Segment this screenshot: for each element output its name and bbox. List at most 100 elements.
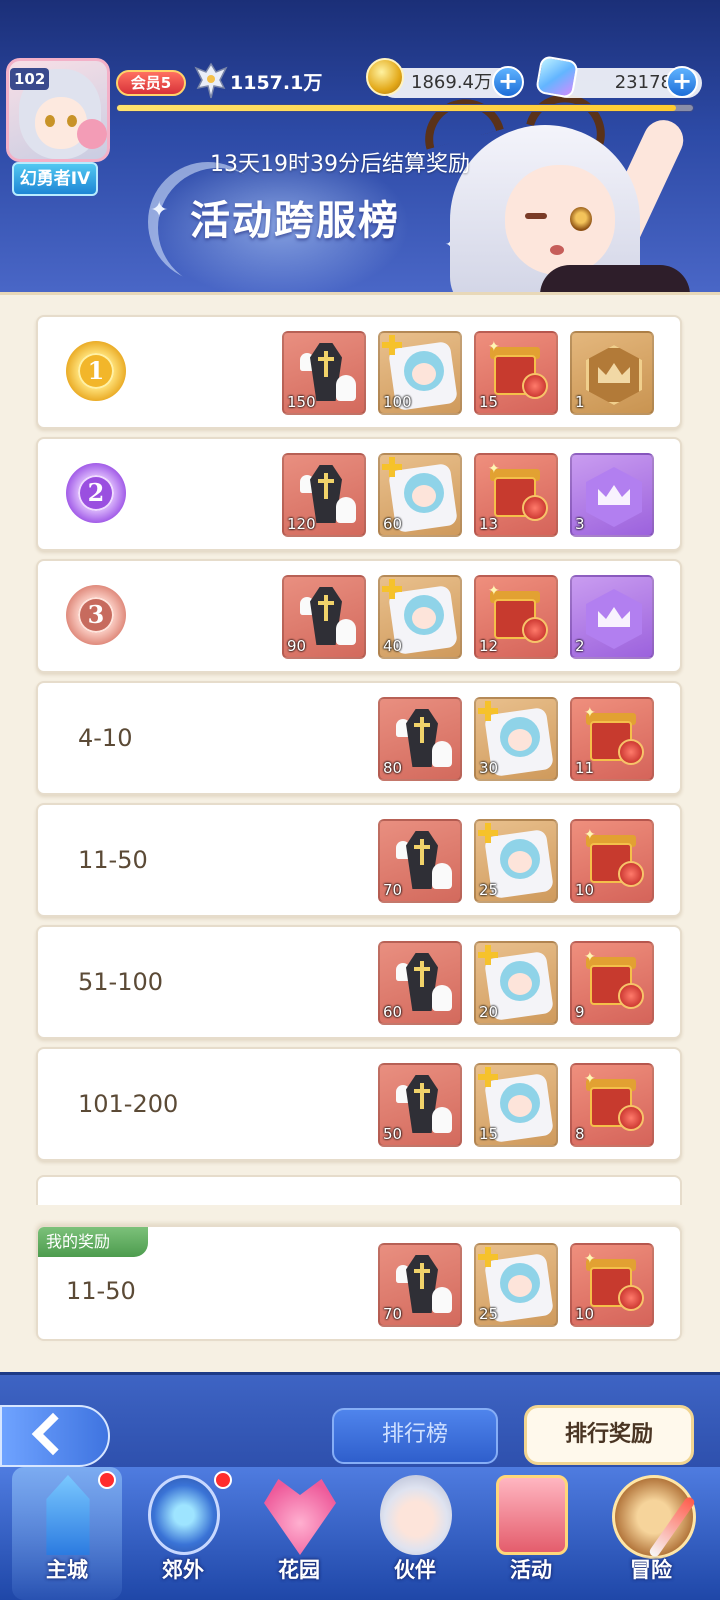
my-rank-label: 11-50 — [66, 1277, 136, 1305]
notification-dot — [98, 1471, 116, 1489]
reward-item-pillow[interactable]: 60 — [378, 453, 462, 537]
reward-quantity: 2 — [575, 637, 585, 655]
nav-item-garden[interactable]: 花园 — [244, 1467, 354, 1600]
reward-item-gift[interactable]: ✦ 8 — [570, 1063, 654, 1147]
reward-quantity: 90 — [287, 637, 307, 655]
rank-reward-row: 101-200 50 15 ✦ 8 — [36, 1047, 682, 1161]
reward-item-coffin[interactable]: 120 — [282, 453, 366, 537]
reward-item-coffin[interactable]: 150 — [282, 331, 366, 415]
rank-medal-icon: 1 — [66, 341, 126, 401]
reward-item-gift[interactable]: ✦ 10 — [570, 819, 654, 903]
sparkle-icon: ✦ — [150, 198, 169, 223]
reward-item-gift[interactable]: ✦ 12 — [474, 575, 558, 659]
reward-quantity: 25 — [479, 1305, 499, 1323]
reward-item-crest-purple[interactable]: 3 — [570, 453, 654, 537]
castle-icon — [46, 1475, 90, 1555]
rank-reward-list[interactable]: 1 150 100 ✦ 15 1 2 120 60 ✦ 13 3 3 90 40 ✦ 12 2 4-10 80 30 ✦ 1… — [0, 295, 720, 1205]
add-gold-button[interactable]: + — [492, 66, 524, 98]
reward-quantity: 8 — [575, 1125, 585, 1143]
notification-dot — [214, 1471, 232, 1489]
nav-label: 郊外 — [162, 1558, 204, 1582]
nav-label: 花园 — [278, 1558, 320, 1582]
reward-quantity: 120 — [287, 515, 316, 533]
add-gems-button[interactable]: + — [666, 66, 698, 98]
rank-range-label: 11-50 — [78, 846, 148, 874]
rank-range-label: 4-10 — [78, 724, 133, 752]
nav-label: 活动 — [510, 1558, 552, 1582]
gold-coin-icon — [366, 58, 404, 96]
rank-reward-row-partial — [36, 1175, 682, 1205]
reward-item-pillow[interactable]: 15 — [474, 1063, 558, 1147]
reward-quantity: 100 — [383, 393, 412, 411]
reward-quantity: 15 — [479, 1125, 499, 1143]
nav-item-main-city[interactable]: 主城 — [12, 1467, 122, 1600]
reward-item-crest-purple[interactable]: 2 — [570, 575, 654, 659]
reward-item-coffin[interactable]: 70 — [378, 819, 462, 903]
reward-item-gift[interactable]: ✦ 13 — [474, 453, 558, 537]
compass-icon — [612, 1475, 697, 1559]
nav-item-suburb[interactable]: 郊外 — [128, 1467, 238, 1600]
gold-amount: 1869.4万 — [411, 72, 492, 93]
settlement-countdown: 13天19时39分后结算奖励 — [210, 152, 470, 177]
experience-bar — [116, 104, 694, 112]
heart-icon — [264, 1479, 336, 1555]
nav-item-adventure[interactable]: 冒险 — [596, 1467, 706, 1600]
rank-reward-row: 3 90 40 ✦ 12 2 — [36, 559, 682, 673]
vip-badge[interactable]: 会员5 — [116, 70, 186, 96]
reward-quantity: 12 — [479, 637, 499, 655]
reward-item-crest-gold[interactable]: 1 — [570, 331, 654, 415]
reward-quantity: 50 — [383, 1125, 403, 1143]
reward-quantity: 60 — [383, 1003, 403, 1021]
combat-power-icon — [194, 62, 228, 99]
character-illustration — [416, 85, 720, 295]
back-arrow-icon — [31, 1412, 75, 1456]
combat-power-value: 1157.1万 — [230, 72, 323, 94]
reward-item-pillow[interactable]: 100 — [378, 331, 462, 415]
nav-item-event[interactable]: 活动 — [476, 1467, 586, 1600]
reward-item-coffin[interactable]: 80 — [378, 697, 462, 781]
page-title: 活动跨服榜 — [190, 198, 400, 244]
nav-label: 主城 — [46, 1558, 88, 1582]
experience-fill — [117, 105, 676, 111]
rewards-panel: 1 150 100 ✦ 15 1 2 120 60 ✦ 13 3 3 90 40 ✦ 12 2 4-10 80 30 ✦ 1… — [0, 292, 720, 1372]
reward-quantity: 13 — [479, 515, 499, 533]
reward-item-coffin[interactable]: 50 — [378, 1063, 462, 1147]
rank-reward-row: 51-100 60 20 ✦ 9 — [36, 925, 682, 1039]
diamond-icon — [534, 54, 580, 100]
rank-medal-icon: 2 — [66, 463, 126, 523]
reward-quantity: 60 — [383, 515, 403, 533]
reward-item-pillow[interactable]: 20 — [474, 941, 558, 1025]
nav-label: 伙伴 — [394, 1558, 436, 1582]
reward-quantity: 11 — [575, 759, 595, 777]
player-title-badge[interactable]: 幻勇者IV — [12, 162, 98, 196]
tab-ranking[interactable]: 排行榜 — [332, 1408, 498, 1464]
my-reward-tag: 我的奖励 — [38, 1227, 148, 1257]
reward-item-pillow[interactable]: 25 — [474, 1243, 558, 1327]
reward-item-gift[interactable]: ✦ 15 — [474, 331, 558, 415]
reward-item-pillow[interactable]: 40 — [378, 575, 462, 659]
rank-reward-row: 11-50 70 25 ✦ 10 — [36, 803, 682, 917]
reward-item-coffin[interactable]: 60 — [378, 941, 462, 1025]
rank-range-label: 101-200 — [78, 1090, 179, 1118]
reward-quantity: 3 — [575, 515, 585, 533]
reward-item-pillow[interactable]: 30 — [474, 697, 558, 781]
reward-item-coffin[interactable]: 70 — [378, 1243, 462, 1327]
reward-quantity: 70 — [383, 881, 403, 899]
portal-icon — [148, 1475, 220, 1555]
nav-item-partner[interactable]: 伙伴 — [360, 1467, 470, 1600]
reward-quantity: 15 — [479, 393, 499, 411]
reward-quantity: 20 — [479, 1003, 499, 1021]
tab-ranking-rewards[interactable]: 排行奖励 — [524, 1405, 694, 1465]
reward-item-pillow[interactable]: 25 — [474, 819, 558, 903]
my-reward-card: 我的奖励 11-50 70 25 ✦ 10 — [36, 1225, 682, 1341]
reward-quantity: 10 — [575, 881, 595, 899]
reward-item-gift[interactable]: ✦ 10 — [570, 1243, 654, 1327]
rank-reward-row: 1 150 100 ✦ 15 1 — [36, 315, 682, 429]
reward-item-gift[interactable]: ✦ 9 — [570, 941, 654, 1025]
player-level: 102 — [10, 68, 50, 90]
back-button[interactable] — [0, 1405, 110, 1467]
rank-medal-icon: 3 — [66, 585, 126, 645]
reward-item-gift[interactable]: ✦ 11 — [570, 697, 654, 781]
reward-item-coffin[interactable]: 90 — [282, 575, 366, 659]
rank-range-label: 51-100 — [78, 968, 164, 996]
